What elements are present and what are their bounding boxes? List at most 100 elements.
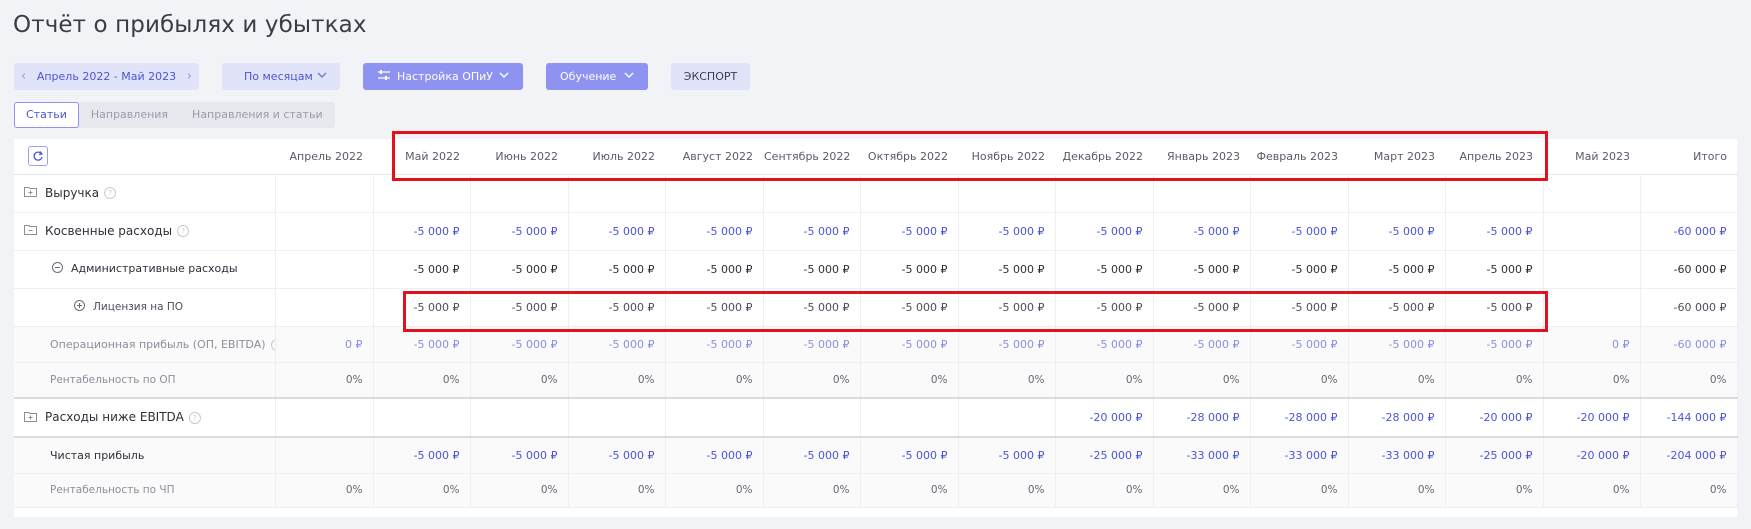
row-label-cell[interactable]: Выручка? [14, 174, 276, 213]
column-header[interactable]: Май 2023 [1543, 139, 1640, 175]
table-cell: -5 000 ₽ [958, 212, 1056, 251]
column-header[interactable]: Октябрь 2022 [860, 139, 958, 175]
column-header[interactable]: Ноябрь 2022 [958, 139, 1055, 175]
table-cell: -5 000 ₽ [568, 326, 666, 363]
info-icon[interactable]: ? [104, 187, 117, 200]
export-button[interactable]: ЭКСПОРТ [671, 63, 750, 90]
info-icon[interactable]: ? [188, 411, 201, 424]
table-cell: 0 ₽ [1543, 326, 1641, 363]
table-cell: -5 000 ₽ [568, 288, 666, 327]
table-cell: -144 000 ₽ [1640, 398, 1738, 438]
info-icon[interactable]: ? [177, 225, 190, 238]
table-row[interactable]: Лицензия на ПО -5 000 ₽ -5 000 ₽ -5 000 ₽ -… [14, 288, 1738, 327]
table-cell: 0% [1250, 473, 1349, 508]
table-row[interactable]: Расходы ниже EBITDA? -20 000 ₽ -28 000 ₽ -… [14, 398, 1738, 438]
column-header[interactable]: Апрель 2022 [275, 139, 373, 175]
table-cell [275, 174, 374, 213]
row-label: Расходы ниже EBITDA [45, 410, 184, 425]
column-header[interactable]: Май 2022 [373, 139, 470, 175]
table-cell: 0% [568, 362, 666, 399]
page-title: Отчёт о прибылях и убытках [13, 12, 367, 38]
table-cell: -5 000 ₽ [1445, 212, 1544, 251]
table-cell: -5 000 ₽ [373, 288, 471, 327]
next-period-icon[interactable]: › [187, 69, 192, 84]
row-label-cell[interactable]: Расходы ниже EBITDA? [14, 398, 276, 438]
period-selector[interactable]: ‹ Апрель 2022 - Май 2023 › [14, 63, 199, 90]
table-cell: 0% [1348, 473, 1446, 508]
table-cell: 0% [1640, 362, 1738, 399]
chevron-down-icon [497, 68, 511, 82]
minus-circle-icon[interactable] [52, 262, 63, 276]
column-header[interactable]: Апрель 2023 [1445, 139, 1543, 175]
table-cell: -5 000 ₽ [1153, 288, 1251, 327]
training-button[interactable]: Обучение [546, 63, 648, 90]
table-cell [568, 398, 666, 438]
folder-icon[interactable] [24, 224, 37, 238]
table-cell: -5 000 ₽ [470, 326, 569, 363]
table-cell: -5 000 ₽ [763, 250, 861, 289]
column-header[interactable]: Март 2023 [1348, 139, 1445, 175]
table-cell: -5 000 ₽ [665, 250, 764, 289]
tab-directions-and-articles[interactable]: Направления и статьи [180, 102, 335, 128]
table-cell: -25 000 ₽ [1445, 437, 1544, 474]
table-cell [275, 288, 374, 327]
table-cell: 0% [1543, 473, 1641, 508]
pnl-settings-button[interactable]: Настройка ОПиУ [363, 63, 523, 90]
row-label: Административные расходы [71, 262, 238, 275]
table-cell [1055, 174, 1154, 213]
table-cell: -5 000 ₽ [1153, 326, 1251, 363]
table-cell: -5 000 ₽ [373, 250, 471, 289]
column-header[interactable]: Июнь 2022 [470, 139, 568, 175]
row-label-cell[interactable]: Косвенные расходы? [14, 212, 276, 251]
folder-icon[interactable] [24, 411, 37, 425]
column-header[interactable]: Декабрь 2022 [1055, 139, 1153, 175]
table-cell: -5 000 ₽ [1445, 250, 1544, 289]
table-cell: -5 000 ₽ [958, 437, 1056, 474]
table-row[interactable]: Административные расходы -5 000 ₽ -5 000 … [14, 250, 1738, 289]
column-header[interactable]: Февраль 2023 [1250, 139, 1348, 175]
settings-sliders-icon [377, 69, 391, 84]
plus-circle-icon[interactable] [74, 300, 85, 314]
period-label: Апрель 2022 - Май 2023 [36, 70, 177, 83]
table-cell: -5 000 ₽ [860, 212, 959, 251]
tab-articles[interactable]: Статьи [14, 102, 79, 128]
info-icon[interactable]: ? [270, 338, 274, 351]
grouping-dropdown[interactable]: По месяцам [222, 63, 340, 90]
column-header[interactable]: Итого [1640, 139, 1737, 175]
row-label-cell[interactable]: Лицензия на ПО [14, 288, 276, 327]
table-cell: -33 000 ₽ [1153, 437, 1251, 474]
table-cell: -5 000 ₽ [958, 326, 1056, 363]
table-cell: -5 000 ₽ [665, 288, 764, 327]
column-header[interactable]: Июль 2022 [568, 139, 665, 175]
table-row[interactable]: Выручка? [14, 174, 1738, 213]
grouping-label: По месяцам [244, 70, 313, 83]
table-cell: -5 000 ₽ [1250, 288, 1349, 327]
table-cell: -5 000 ₽ [665, 326, 764, 363]
table-cell: -5 000 ₽ [763, 437, 861, 474]
table-cell: -25 000 ₽ [1055, 437, 1154, 474]
row-label: Лицензия на ПО [93, 301, 184, 313]
row-label-cell: Рентабельность по ЧП [14, 473, 276, 508]
table-cell [958, 174, 1056, 213]
table-cell: 0% [665, 362, 764, 399]
table-cell [373, 174, 471, 213]
column-header[interactable]: Август 2022 [665, 139, 763, 175]
table-cell [763, 174, 861, 213]
table-cell: -5 000 ₽ [763, 212, 861, 251]
table-cell: -204 000 ₽ [1640, 437, 1738, 474]
column-header[interactable]: Январь 2023 [1153, 139, 1250, 175]
folder-icon[interactable] [24, 186, 37, 200]
tab-directions[interactable]: Направления [79, 102, 180, 128]
refresh-icon[interactable] [28, 146, 48, 167]
table-cell: 0% [958, 362, 1056, 399]
column-header[interactable]: Сентябрь 2022 [763, 139, 860, 175]
table-cell: 0% [1055, 473, 1154, 508]
table-cell: -28 000 ₽ [1153, 398, 1251, 438]
prev-period-icon[interactable]: ‹ [21, 69, 26, 84]
table-row[interactable]: Косвенные расходы? -5 000 ₽ -5 000 ₽ -5 00… [14, 212, 1738, 251]
pnl-table: Апрель 2022 Май 2022 Июнь 2022 Июль 2022… [14, 139, 1738, 508]
row-label-cell[interactable]: Административные расходы [14, 250, 276, 289]
table-row: Чистая прибыль -5 000 ₽ -5 000 ₽ -5 000 ₽ -… [14, 437, 1738, 474]
table-cell [470, 174, 569, 213]
table-cell: -33 000 ₽ [1348, 437, 1446, 474]
